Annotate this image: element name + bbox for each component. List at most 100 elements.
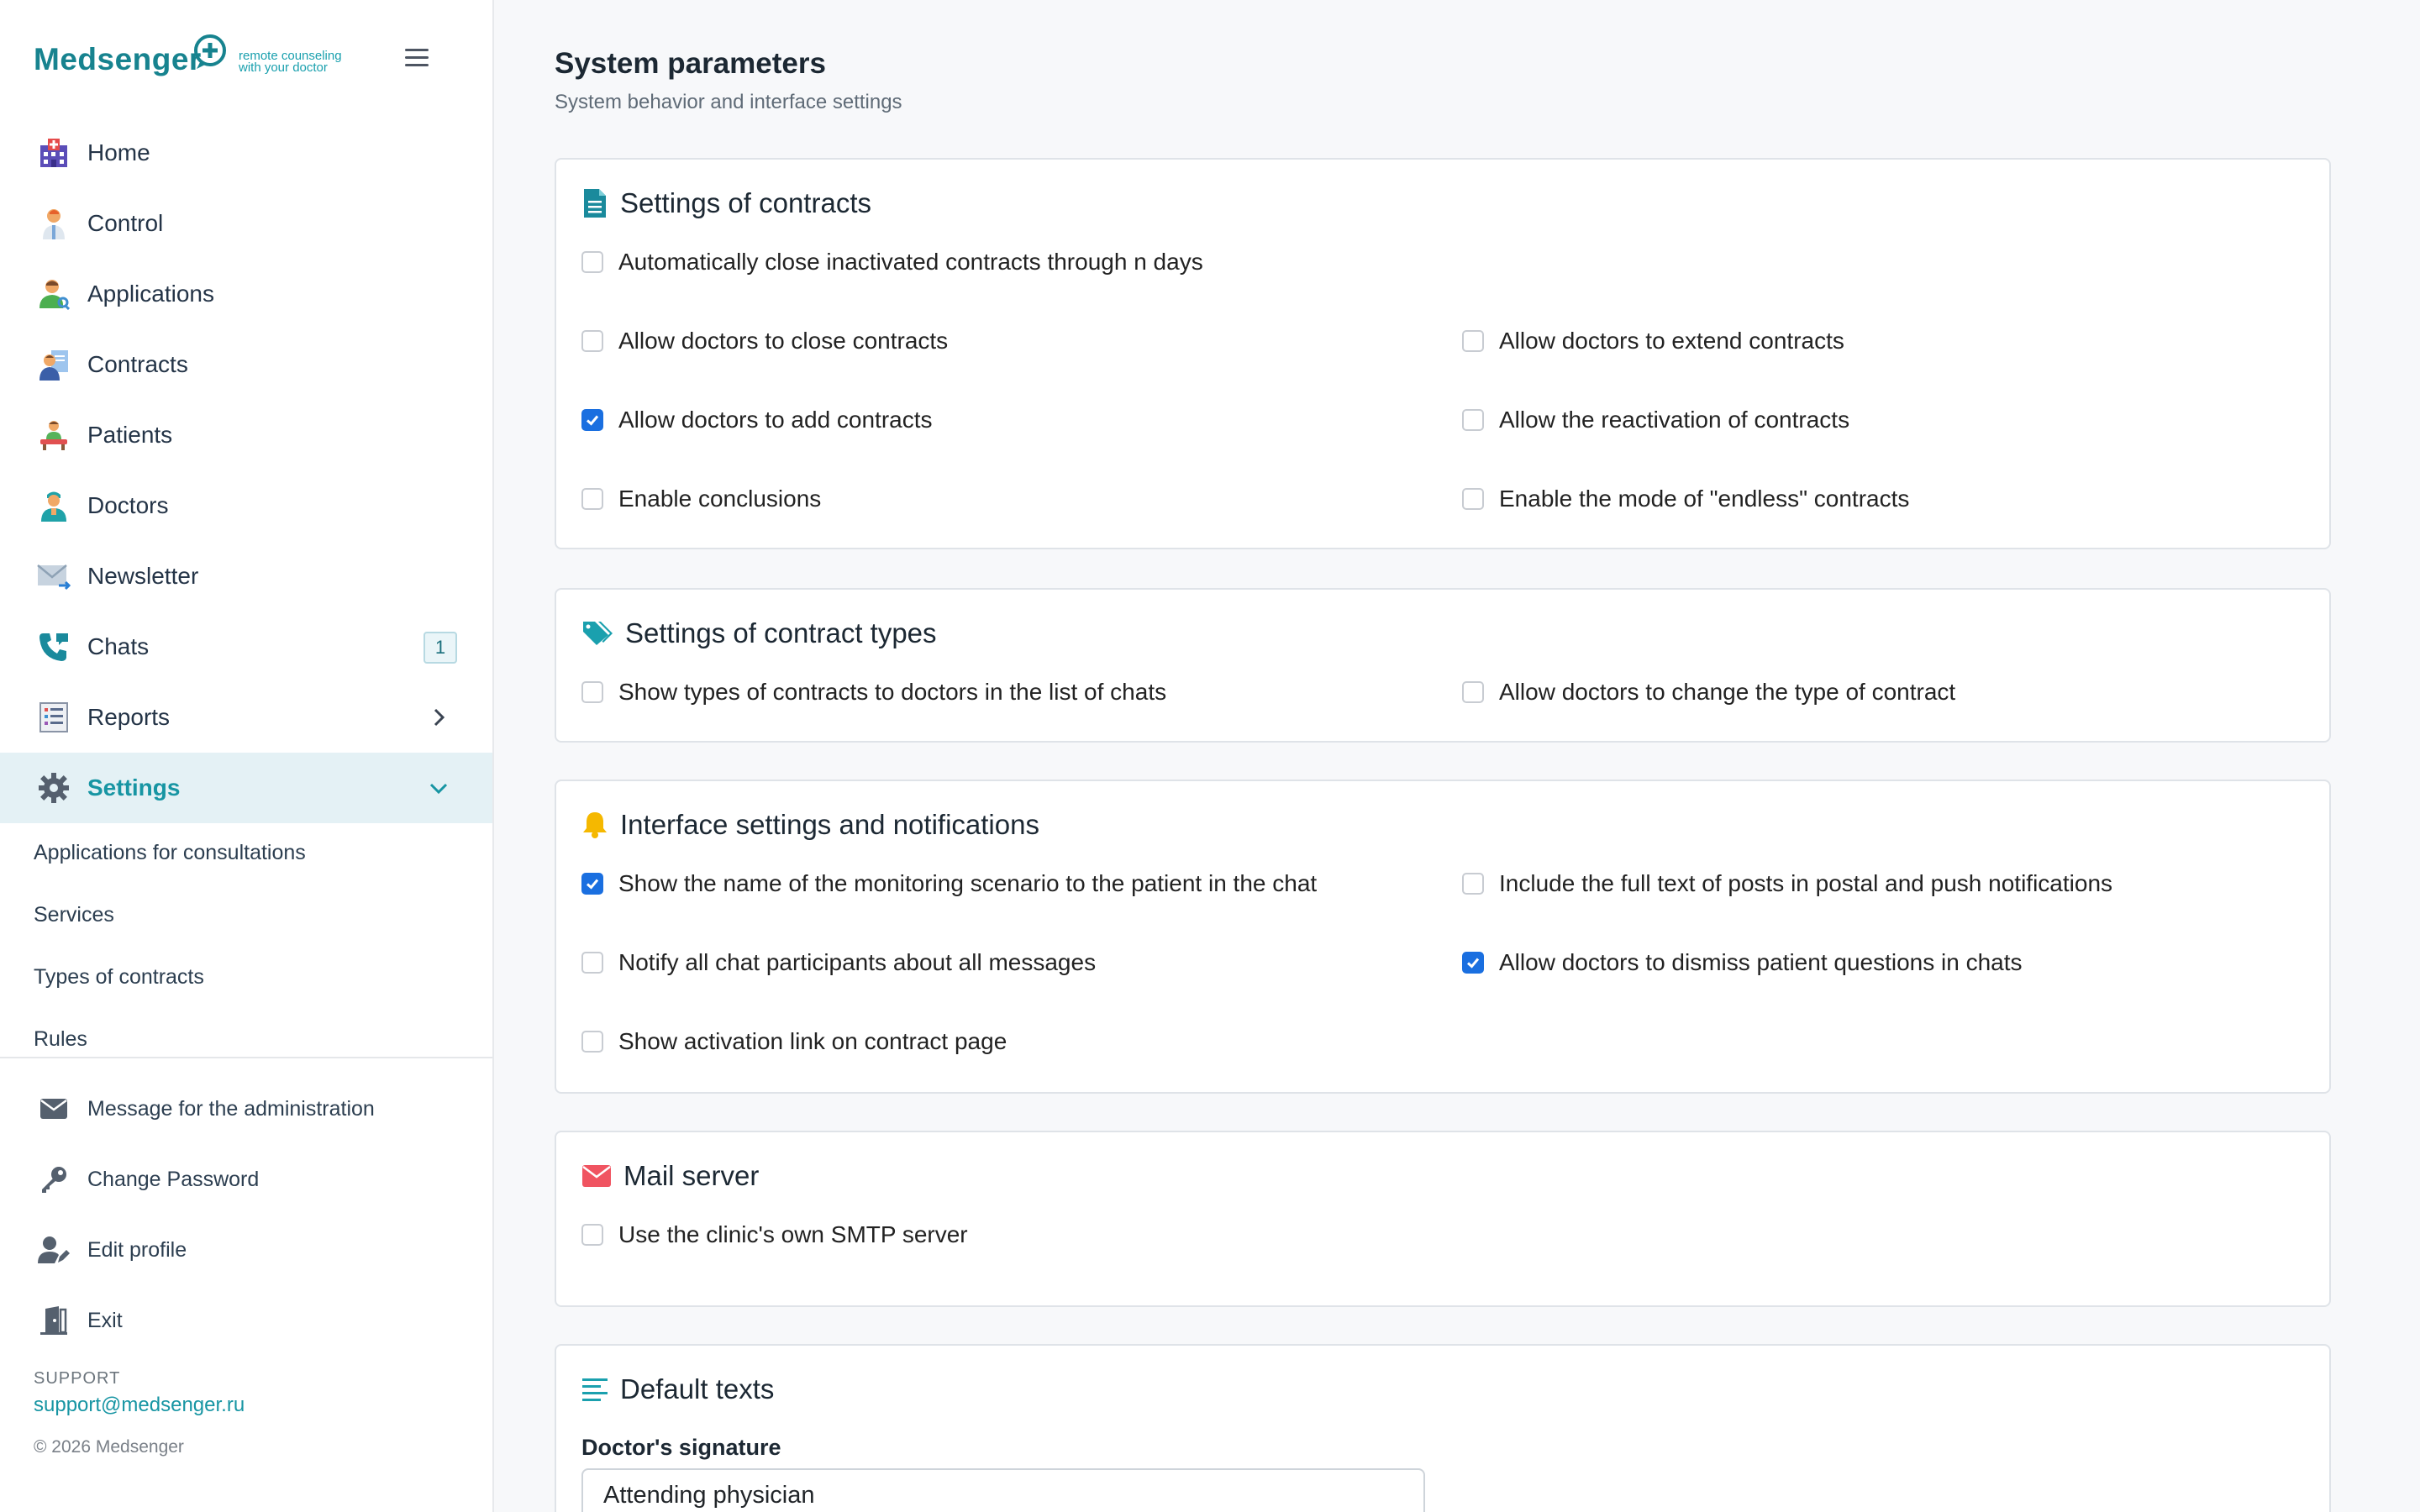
option-show-scenario-name[interactable]: Show the name of the monitoring scenario… (581, 867, 1317, 900)
tags-icon (581, 618, 613, 648)
key-icon (37, 1163, 71, 1196)
option-show-contract-types[interactable]: Show types of contracts to doctors in th… (581, 675, 1166, 709)
checkbox[interactable] (581, 409, 603, 431)
option-notify-all-participants[interactable]: Notify all chat participants about all m… (581, 946, 1096, 979)
checkbox[interactable] (581, 488, 603, 510)
contract-user-icon (37, 348, 71, 381)
nurse-icon (37, 489, 71, 522)
card-title: Interface settings and notifications (620, 809, 1039, 840)
user-search-icon (37, 277, 71, 311)
nav-item-applications[interactable]: Applications (0, 259, 492, 329)
main-nav: Home Control Applications Contracts Pati… (0, 118, 492, 823)
mail-server-card: Mail server Use the clinic's own SMTP se… (555, 1131, 2331, 1307)
card-title: Settings of contracts (620, 187, 871, 218)
checkbox[interactable] (581, 251, 603, 273)
brand-tagline: remote counseling with your doctor (239, 49, 342, 75)
nav-label: Newsletter (87, 563, 199, 589)
checkbox[interactable] (1462, 873, 1484, 895)
card-header: Interface settings and notifications (581, 806, 1039, 843)
signature-input[interactable] (581, 1468, 1425, 1512)
option-allow-reactivation[interactable]: Allow the reactivation of contracts (1462, 403, 1849, 437)
mail-icon (37, 559, 71, 593)
envelope-icon (581, 1161, 612, 1191)
menu-toggle-icon[interactable] (405, 49, 429, 69)
nav-item-home[interactable]: Home (0, 118, 492, 188)
checkmark-icon (587, 415, 599, 426)
checkbox[interactable] (1462, 409, 1484, 431)
checkbox[interactable] (581, 1224, 603, 1246)
chevron-right-icon[interactable] (427, 706, 450, 729)
nav-label: Contracts (87, 351, 188, 377)
card-title: Mail server (623, 1160, 760, 1191)
action-label: Exit (87, 1308, 123, 1332)
action-label: Message for the administration (87, 1096, 375, 1121)
option-allow-add-contracts[interactable]: Allow doctors to add contracts (581, 403, 933, 437)
logo[interactable]: Medsenger remote counseling with your do… (34, 34, 462, 84)
checkbox[interactable] (581, 681, 603, 703)
logo-plus-icon (194, 34, 226, 69)
change-password-link[interactable]: Change Password (0, 1144, 492, 1215)
gear-icon (37, 771, 71, 805)
checkbox[interactable] (1462, 330, 1484, 352)
support-title: SUPPORT (34, 1369, 121, 1388)
contracts-settings-card: Settings of contracts Automatically clos… (555, 158, 2331, 549)
option-auto-close-contracts[interactable]: Automatically close inactivated contract… (581, 245, 1203, 279)
checkbox[interactable] (581, 1031, 603, 1053)
contract-types-card: Settings of contract types Show types of… (555, 588, 2331, 743)
envelope-icon (37, 1092, 71, 1126)
option-dismiss-patient-questions[interactable]: Allow doctors to dismiss patient questio… (1462, 946, 2023, 979)
chevron-down-icon[interactable] (427, 776, 450, 800)
nav-label: Control (87, 210, 164, 236)
nav-item-contracts[interactable]: Contracts (0, 329, 492, 400)
submenu-rules[interactable]: Rules (0, 1008, 492, 1070)
nav-item-settings[interactable]: Settings (0, 753, 492, 823)
copyright: © 2026 Medsenger (34, 1437, 184, 1457)
nav-label: Doctors (87, 492, 169, 518)
default-texts-card: Default texts Doctor's signature (555, 1344, 2331, 1512)
option-own-smtp-server[interactable]: Use the clinic's own SMTP server (581, 1218, 968, 1252)
edit-profile-link[interactable]: Edit profile (0, 1215, 492, 1285)
document-icon (581, 188, 608, 218)
option-full-text-notifications[interactable]: Include the full text of posts in postal… (1462, 867, 2112, 900)
submenu-services[interactable]: Services (0, 884, 492, 946)
nav-item-newsletter[interactable]: Newsletter (0, 541, 492, 612)
submenu-applications-for-consultations[interactable]: Applications for consultations (0, 822, 492, 884)
nav-label: Reports (87, 704, 171, 730)
option-change-contract-type[interactable]: Allow doctors to change the type of cont… (1462, 675, 1955, 709)
card-header: Default texts (581, 1371, 774, 1408)
checkmark-icon (1467, 958, 1480, 969)
hospital-icon (37, 136, 71, 170)
bell-icon (581, 810, 608, 840)
report-icon (37, 701, 71, 734)
option-endless-contracts[interactable]: Enable the mode of "endless" contracts (1462, 482, 1909, 516)
option-show-activation-link[interactable]: Show activation link on contract page (581, 1025, 1007, 1058)
settings-submenu: Applications for consultations Services … (0, 822, 492, 1070)
option-allow-extend-contracts[interactable]: Allow doctors to extend contracts (1462, 324, 1844, 358)
card-header: Settings of contracts (581, 185, 871, 222)
submenu-types-of-contracts[interactable]: Types of contracts (0, 946, 492, 1008)
nav-label: Home (87, 139, 150, 165)
brand-name: Medsenger (34, 42, 202, 76)
checkbox[interactable] (581, 330, 603, 352)
action-label: Change Password (87, 1167, 260, 1191)
checkbox[interactable] (1462, 681, 1484, 703)
nav-item-patients[interactable]: Patients (0, 400, 492, 470)
nav-item-doctors[interactable]: Doctors (0, 470, 492, 541)
checkbox[interactable] (1462, 488, 1484, 510)
checkbox[interactable] (1462, 952, 1484, 974)
exit-link[interactable]: Exit (0, 1285, 492, 1356)
option-allow-close-contracts[interactable]: Allow doctors to close contracts (581, 324, 948, 358)
interface-settings-card: Interface settings and notifications Sho… (555, 780, 2331, 1094)
support-block: SUPPORT support@medsenger.ru © 2026 Meds… (34, 1369, 245, 1457)
align-left-icon (581, 1374, 608, 1404)
nav-item-reports[interactable]: Reports (0, 682, 492, 753)
checkbox[interactable] (581, 873, 603, 895)
message-admin-link[interactable]: Message for the administration (0, 1074, 492, 1144)
card-header: Settings of contract types (581, 615, 937, 652)
nav-item-control[interactable]: Control (0, 188, 492, 259)
checkbox[interactable] (581, 952, 603, 974)
nav-label: Chats (87, 633, 150, 659)
support-email-link[interactable]: support@medsenger.ru (34, 1394, 245, 1417)
option-enable-conclusions[interactable]: Enable conclusions (581, 482, 821, 516)
nav-item-chats[interactable]: Chats 1 (0, 612, 492, 682)
